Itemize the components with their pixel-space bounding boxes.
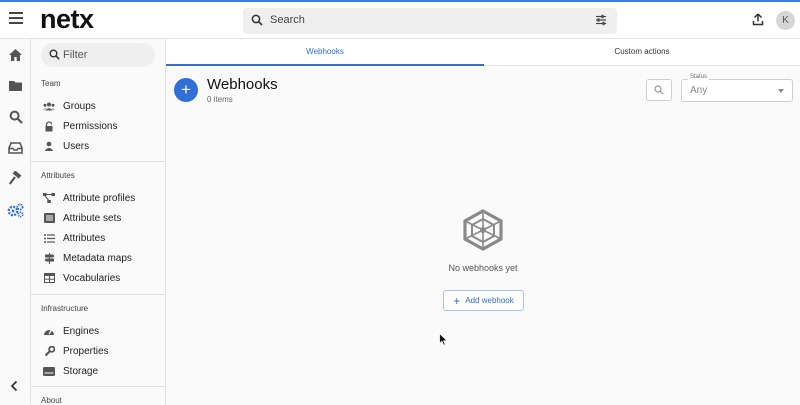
sidebar-item-label: Attribute profiles (63, 192, 136, 204)
filter-field[interactable]: Filter (41, 43, 155, 67)
webhooks-panel: + Webhooks 0 items Status Any No webhook… (166, 67, 800, 405)
filter-input[interactable]: Filter (63, 49, 87, 61)
wrench-icon (43, 345, 55, 357)
empty-state-text: No webhooks yet (448, 263, 518, 273)
groups-icon (43, 100, 55, 112)
storage-icon (43, 365, 55, 377)
lock-icon (43, 120, 55, 132)
settings-sidebar: Filter Team Groups Permissions Users Att… (31, 39, 166, 405)
sidebar-item-storage[interactable]: Storage (31, 362, 165, 380)
page-title: Webhooks (207, 76, 278, 93)
sidebar-item-label: Permissions (63, 120, 118, 132)
top-bar: netx Search K (0, 2, 800, 39)
sidebar-item-attributes[interactable]: Attributes (31, 229, 165, 247)
sidebar-item-vocabularies[interactable]: Vocabularies (31, 269, 165, 287)
app-logo[interactable]: netx (40, 4, 94, 35)
tab-custom-actions[interactable]: Custom actions (484, 39, 800, 66)
inbox-icon[interactable] (6, 138, 25, 157)
sidebar-item-label: Users (63, 140, 90, 152)
tab-webhooks[interactable]: Webhooks (166, 39, 484, 66)
sidebar-item-label: Groups (63, 100, 96, 112)
add-webhook-button[interactable]: + Add webhook (443, 290, 524, 311)
signpost-icon (43, 252, 55, 264)
search-icon (654, 85, 664, 95)
sidebar-item-attribute-sets[interactable]: Attribute sets (31, 209, 165, 227)
section-label-attributes: Attributes (41, 171, 75, 180)
search-input[interactable]: Search (270, 14, 305, 26)
user-avatar[interactable]: K (776, 11, 795, 30)
sidebar-divider (31, 161, 165, 162)
search-icon (251, 14, 263, 26)
item-count: 0 items (207, 95, 233, 104)
sidebar-item-attribute-profiles[interactable]: Attribute profiles (31, 189, 165, 207)
sidebar-item-label: Attribute sets (63, 212, 122, 224)
search-button[interactable] (646, 79, 672, 101)
menu-icon[interactable] (9, 12, 23, 26)
sidebar-item-label: Vocabularies (63, 272, 121, 284)
bullet-list-icon (43, 232, 55, 244)
sidebar-item-metadata-maps[interactable]: Metadata maps (31, 249, 165, 267)
speedometer-icon (43, 325, 55, 337)
user-icon (43, 140, 55, 152)
sidebar-divider (31, 294, 165, 295)
hammer-icon[interactable] (6, 169, 25, 188)
add-webhook-label: Add webhook (465, 296, 514, 305)
search-icon (49, 49, 60, 60)
add-webhook-fab[interactable]: + (174, 78, 198, 102)
global-search[interactable]: Search (243, 8, 617, 34)
sidebar-divider (31, 386, 165, 387)
plus-icon: + (453, 293, 461, 308)
caret-down-icon (778, 89, 784, 93)
home-icon[interactable] (6, 45, 25, 64)
sidebar-item-label: Engines (63, 325, 100, 337)
search-icon[interactable] (6, 107, 25, 126)
section-label-infrastructure: Infrastructure (41, 304, 89, 313)
collapse-sidebar-icon[interactable] (9, 380, 19, 392)
tune-icon[interactable] (595, 14, 607, 26)
sidebar-item-engines[interactable]: Engines (31, 322, 165, 340)
status-select[interactable]: Status Any (681, 74, 793, 102)
section-label-team: Team (41, 79, 61, 88)
sidebar-item-label: Storage (63, 365, 99, 377)
status-label: Status (688, 74, 710, 80)
sidebar-item-properties[interactable]: Properties (31, 342, 165, 360)
webhook-empty-icon (463, 209, 503, 251)
gears-icon[interactable] (6, 201, 25, 220)
table-icon (43, 272, 55, 284)
mouse-cursor-icon (439, 333, 448, 346)
sidebar-item-permissions[interactable]: Permissions (31, 117, 165, 135)
folder-icon[interactable] (6, 76, 25, 95)
upload-icon[interactable] (752, 13, 764, 26)
list-box-icon (43, 212, 55, 224)
sidebar-item-users[interactable]: Users (31, 137, 165, 155)
tab-bar: Webhooks Custom actions (166, 39, 800, 66)
icon-rail (0, 39, 31, 405)
sidebar-item-label: Metadata maps (63, 252, 132, 264)
section-label-about: About (41, 396, 62, 405)
sidebar-item-label: Properties (63, 345, 109, 357)
sidebar-item-label: Attributes (63, 232, 106, 244)
status-value: Any (690, 85, 708, 96)
schema-icon (43, 192, 55, 204)
sidebar-item-groups[interactable]: Groups (31, 97, 165, 115)
